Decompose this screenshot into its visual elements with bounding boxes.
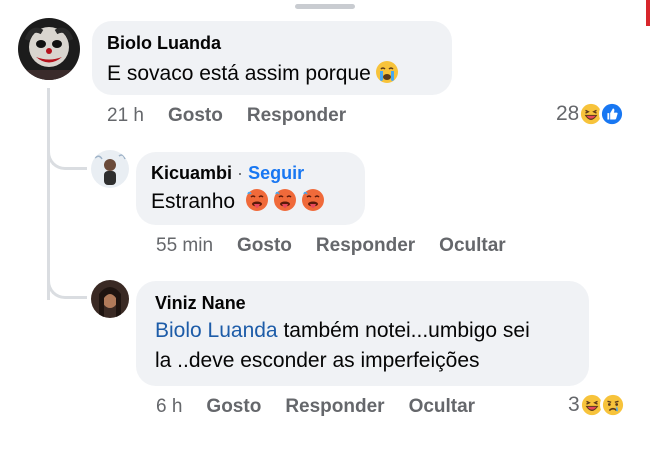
comment-text-content: Estranho xyxy=(151,190,236,213)
comment-actions: 6 h Gosto Responder Ocultar xyxy=(156,396,499,418)
avatar[interactable] xyxy=(91,150,129,188)
comment-text: E sovaco está assim porque xyxy=(107,58,399,89)
like-button[interactable]: Gosto xyxy=(168,105,223,127)
reaction-count: 3 xyxy=(568,393,580,416)
reaction-count: 28 xyxy=(556,102,580,125)
hot-face-emoji xyxy=(245,188,269,212)
comment-bubble: Biolo Luanda E sovaco está assim porque xyxy=(92,21,452,95)
comment-time[interactable]: 6 h xyxy=(156,396,182,418)
thread-connector xyxy=(47,279,87,299)
hide-button[interactable]: Ocultar xyxy=(439,235,506,257)
comment-bubble: Kicuambi · Seguir Estranho xyxy=(136,152,365,225)
like-button[interactable]: Gosto xyxy=(237,235,292,257)
reply-button[interactable]: Responder xyxy=(285,396,384,418)
drag-handle[interactable] xyxy=(295,4,355,9)
comment-text: Estranho xyxy=(151,186,325,217)
reactions-summary[interactable]: 3 xyxy=(568,390,626,420)
reply-button[interactable]: Responder xyxy=(316,235,415,257)
comment-actions: 55 min Gosto Responder Ocultar xyxy=(156,235,530,257)
comment-actions: 21 h Gosto Responder xyxy=(107,105,370,127)
hot-face-emoji xyxy=(273,188,297,212)
thread-line xyxy=(47,88,50,300)
follow-button[interactable]: Seguir xyxy=(248,163,304,183)
sad-face-emoji xyxy=(599,392,626,418)
like-thumb-emoji xyxy=(599,101,626,127)
comment-text-content: também notei...umbigo sei xyxy=(277,319,530,342)
comment-author-line: Kicuambi · Seguir xyxy=(151,163,304,184)
reply-button[interactable]: Responder xyxy=(247,105,346,127)
comment-author[interactable]: Kicuambi xyxy=(151,163,232,183)
crying-face-emoji xyxy=(375,60,399,84)
comment-bubble: Viniz Nane Biolo Luanda também notei...u… xyxy=(136,281,589,386)
hide-button[interactable]: Ocultar xyxy=(409,396,476,418)
reactions-summary[interactable]: 28 xyxy=(556,99,626,129)
separator-dot: · xyxy=(237,163,244,183)
comment-text-content: la ..deve esconder as imperfeições xyxy=(155,349,480,372)
avatar[interactable] xyxy=(91,280,129,318)
comment-time[interactable]: 21 h xyxy=(107,105,144,127)
comment-text-line: Biolo Luanda também notei...umbigo sei xyxy=(155,315,530,346)
avatar[interactable] xyxy=(18,18,80,80)
mention-link[interactable]: Biolo Luanda xyxy=(155,319,278,342)
comment-author[interactable]: Viniz Nane xyxy=(155,293,246,314)
thread-connector xyxy=(47,150,87,170)
window-edge-accent xyxy=(646,0,650,26)
comment-text-content: E sovaco está assim porque xyxy=(107,62,371,85)
comment-text-line: la ..deve esconder as imperfeições xyxy=(155,345,480,376)
comment-time[interactable]: 55 min xyxy=(156,235,213,257)
hot-face-emoji xyxy=(301,188,325,212)
comment-author[interactable]: Biolo Luanda xyxy=(107,33,221,54)
like-button[interactable]: Gosto xyxy=(206,396,261,418)
